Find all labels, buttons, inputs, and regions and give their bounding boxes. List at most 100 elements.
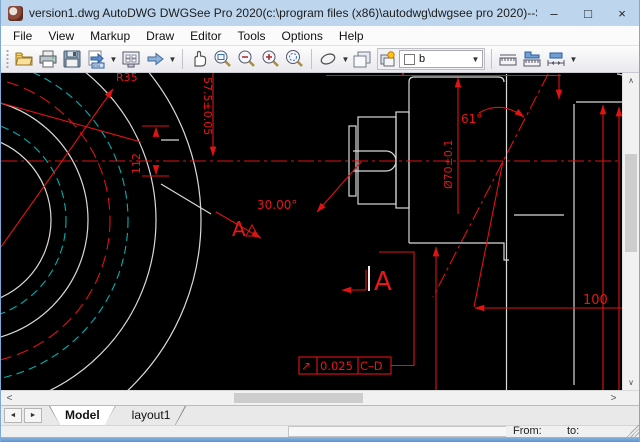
menu-markup[interactable]: Markup — [82, 27, 138, 45]
zoom-extents-button[interactable] — [283, 47, 307, 71]
measure-length-button[interactable] — [496, 47, 520, 71]
horizontal-scroll-track[interactable] — [18, 391, 605, 405]
app-window: version1.dwg AutoDWG DWGSee Pro 2020(c:\… — [0, 0, 640, 442]
go-arrow-button[interactable] — [143, 47, 167, 71]
dimension-texts: 57.5±0.05 112 30.00° R35 61° Ø70±0.1 100… — [116, 73, 608, 373]
title-bar: version1.dwg AutoDWG DWGSee Pro 2020(c:\… — [1, 0, 639, 26]
scrollbar-corner — [622, 391, 639, 405]
scroll-up-button[interactable]: ∧ — [623, 73, 639, 88]
vertical-scroll-thumb[interactable] — [625, 154, 637, 252]
tab-prev-button[interactable]: ◄ — [4, 408, 22, 423]
toolbar: into ▼ ▼ ▼ b ▼ ▼ — [1, 46, 639, 73]
status-coordinate-field — [288, 426, 506, 437]
ellipse-icon — [320, 53, 336, 65]
scroll-left-button[interactable]: < — [1, 391, 18, 406]
dim-30-text: 30.00° — [257, 198, 297, 212]
drawing-canvas[interactable]: 57.5±0.05 112 30.00° R35 61° Ø70±0.1 100… — [1, 73, 622, 390]
menu-options[interactable]: Options — [274, 27, 331, 45]
measure-area-button[interactable] — [520, 47, 544, 71]
dim-dia70-text: Ø70±0.1 — [442, 140, 455, 189]
layers-button[interactable] — [351, 47, 375, 71]
pan-button[interactable] — [187, 47, 211, 71]
layer-combobox[interactable]: b ▼ — [399, 50, 483, 68]
toolbar-separator — [311, 49, 312, 69]
convert-dropdown-arrow[interactable]: ▼ — [108, 47, 119, 71]
print-button[interactable] — [36, 47, 60, 71]
status-from-label: From: — [513, 425, 542, 437]
open-folder-icon — [15, 52, 33, 66]
markup-dropdown-arrow[interactable]: ▼ — [340, 47, 351, 71]
cad-drawing: 57.5±0.05 112 30.00° R35 61° Ø70±0.1 100… — [1, 73, 622, 390]
dim-112-text: 112 — [130, 153, 143, 174]
zoom-out-icon — [238, 50, 255, 67]
dim-r35-text: R35 — [116, 73, 138, 84]
tab-edge — [49, 406, 60, 425]
zoom-in-icon — [262, 50, 279, 67]
menu-file[interactable]: File — [5, 27, 40, 45]
layer-combo-dropdown-arrow[interactable]: ▼ — [469, 51, 482, 67]
floppy-disk-icon — [63, 50, 81, 68]
screen-layout-icon — [122, 51, 140, 68]
menu-view[interactable]: View — [40, 27, 82, 45]
maximize-button[interactable]: □ — [571, 0, 605, 26]
minimize-button[interactable]: – — [537, 0, 571, 26]
section-a-label: A — [374, 267, 392, 297]
menu-tools[interactable]: Tools — [230, 27, 274, 45]
tab-layout1-label: layout1 — [131, 408, 171, 422]
dim-61-text: 61° — [461, 112, 482, 126]
window-title: version1.dwg AutoDWG DWGSee Pro 2020(c:\… — [29, 6, 537, 20]
screen-layout-button[interactable] — [119, 47, 143, 71]
layer-color-swatch — [404, 53, 415, 65]
convert-into-icon: into — [88, 50, 105, 69]
tab-next-button[interactable]: ► — [24, 408, 42, 423]
tab-layout1[interactable]: layout1 — [116, 406, 187, 425]
tab-model[interactable]: Model — [49, 406, 116, 425]
status-bar: From: to: — [1, 425, 639, 437]
tab-model-label: Model — [65, 408, 100, 422]
fcf-datum: C–D — [360, 359, 383, 373]
menu-help[interactable]: Help — [331, 27, 372, 45]
fcf-value: 0.025 — [320, 359, 353, 373]
dim-57-5-text: 57.5±0.05 — [201, 77, 214, 135]
measure-distance-icon — [547, 52, 565, 66]
sheet-tab-bar: ◄ ► Model layout1 — [1, 405, 639, 425]
app-icon — [8, 5, 23, 21]
scroll-right-button[interactable]: > — [605, 391, 622, 406]
horizontal-scroll-thumb[interactable] — [234, 393, 363, 403]
zoom-out-button[interactable] — [235, 47, 259, 71]
vertical-scroll-track[interactable] — [623, 88, 639, 375]
save-button[interactable] — [60, 47, 84, 71]
zoom-window-button[interactable] — [211, 47, 235, 71]
geometry-cyan-centerlines — [1, 73, 129, 379]
menu-bar: File View Markup Draw Editor Tools Optio… — [1, 26, 639, 46]
layers-icon — [353, 51, 371, 68]
toolbar-grip[interactable] — [5, 49, 10, 69]
status-to-label: to: — [567, 425, 580, 437]
convert-to-image-button[interactable]: into — [84, 47, 108, 71]
zoom-window-icon — [214, 50, 231, 67]
window-bottom-border — [1, 437, 639, 442]
open-file-button[interactable] — [12, 47, 36, 71]
tab-edge — [175, 406, 186, 425]
tab-edge — [105, 406, 116, 425]
go-arrow-dropdown[interactable]: ▼ — [167, 47, 178, 71]
horizontal-scrollbar[interactable]: < > — [1, 390, 639, 405]
measure-length-icon — [499, 54, 517, 66]
resize-grip[interactable] — [626, 425, 639, 437]
menu-draw[interactable]: Draw — [138, 27, 182, 45]
right-arrow-icon — [147, 52, 164, 66]
toolbar-separator — [182, 49, 183, 69]
pan-hand-icon — [194, 50, 207, 67]
vertical-scrollbar[interactable]: ∧ ∨ — [622, 73, 639, 390]
measure-dropdown-arrow[interactable]: ▼ — [568, 47, 579, 71]
close-button[interactable]: × — [605, 0, 639, 26]
layer-color-icon[interactable] — [379, 50, 397, 68]
layer-combo-group: b ▼ — [377, 48, 485, 70]
layer-combo-value: b — [419, 53, 426, 65]
zoom-in-button[interactable] — [259, 47, 283, 71]
menu-editor[interactable]: Editor — [182, 27, 229, 45]
ellipse-markup-button[interactable] — [316, 47, 340, 71]
measure-distance-button[interactable] — [544, 47, 568, 71]
scroll-down-button[interactable]: ∨ — [623, 375, 639, 390]
fcf-symbol: ↗ — [301, 359, 311, 373]
